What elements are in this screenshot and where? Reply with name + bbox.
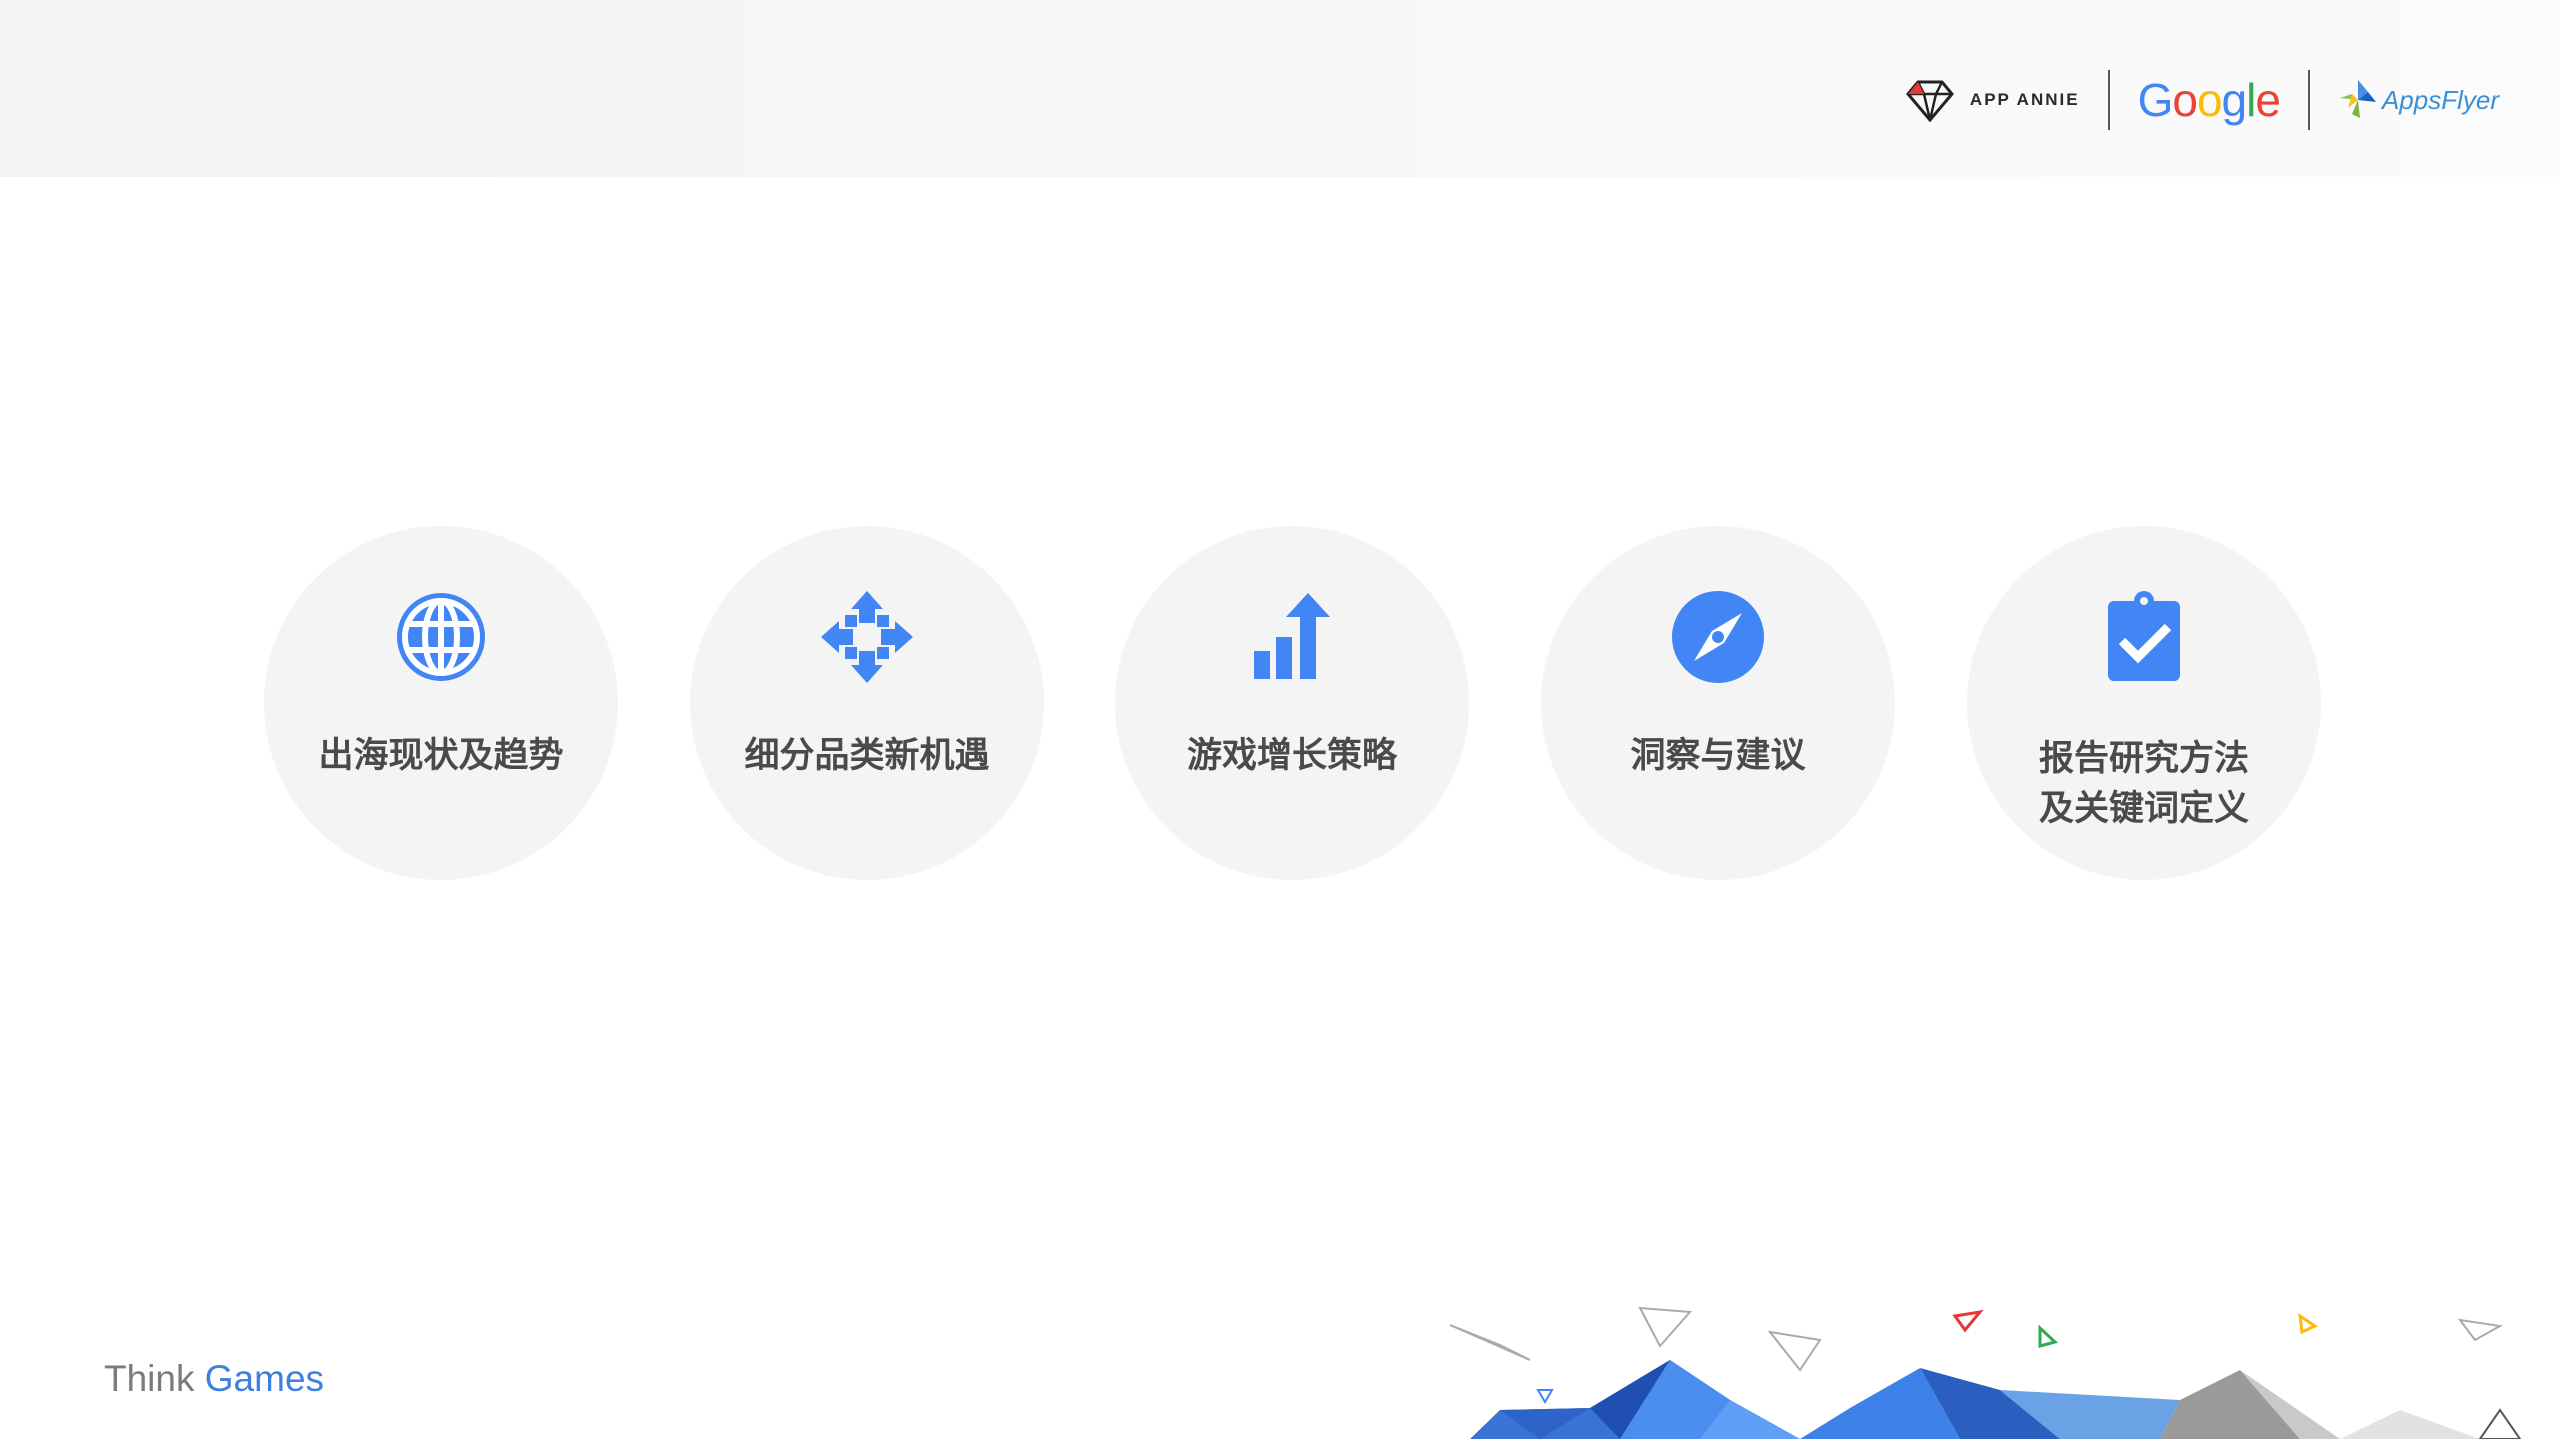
appsflyer-wordmark: AppsFlyer xyxy=(2381,84,2499,115)
logo-divider xyxy=(2107,70,2110,130)
low-poly-decoration xyxy=(1449,1306,2522,1439)
app-annie-gem-icon xyxy=(1905,80,1954,122)
section-label-line: 报告研究方法 xyxy=(2038,739,2249,779)
partner-logos: APP ANNIE Google AppsFlyer xyxy=(1905,60,2499,140)
section-label: 游戏增长策略 xyxy=(1186,736,1397,776)
header-bar: APP ANNIE Google AppsFlyer xyxy=(0,0,2559,177)
globe-icon xyxy=(397,593,485,681)
section-label-multiline: 报告研究方法 及关键词定义 xyxy=(1977,734,2311,834)
appsflyer-mark-icon xyxy=(2339,80,2376,118)
think-games-brand: Think Games xyxy=(104,1358,324,1400)
section-trends[interactable]: 出海现状及趋势 xyxy=(264,526,618,880)
app-annie-wordmark: APP ANNIE xyxy=(1969,90,2080,109)
section-growth-strategy[interactable]: 游戏增长策略 xyxy=(1115,526,1469,880)
section-label-line: 及关键词定义 xyxy=(2038,789,2249,829)
section-label: 细分品类新机遇 xyxy=(744,736,990,776)
section-label: 出海现状及趋势 xyxy=(318,736,564,776)
section-label: 洞察与建议 xyxy=(1630,736,1806,776)
bar-chart-growth-icon xyxy=(1254,593,1330,679)
section-insights[interactable]: 洞察与建议 xyxy=(1541,526,1895,880)
google-letter: G xyxy=(2137,74,2174,126)
logo-divider xyxy=(2307,70,2310,130)
google-letter: g xyxy=(2221,74,2248,126)
brand-games: Games xyxy=(204,1358,325,1399)
appsflyer-logo: AppsFlyer xyxy=(2338,78,2499,122)
move-arrows-icon xyxy=(821,591,913,683)
google-letter: e xyxy=(2255,74,2281,126)
section-opportunities[interactable]: 细分品类新机遇 xyxy=(690,526,1044,880)
google-logo: Google xyxy=(2137,73,2281,127)
compass-icon xyxy=(1672,591,1764,683)
clipboard-check-icon xyxy=(2108,591,2180,681)
brand-think: Think xyxy=(104,1358,195,1399)
google-letter: l xyxy=(2246,74,2256,126)
app-annie-logo: APP ANNIE xyxy=(1905,78,2080,122)
google-letter: o xyxy=(2196,74,2223,126)
section-methodology[interactable]: 报告研究方法 及关键词定义 xyxy=(1967,526,2321,880)
google-letter: o xyxy=(2172,74,2198,126)
